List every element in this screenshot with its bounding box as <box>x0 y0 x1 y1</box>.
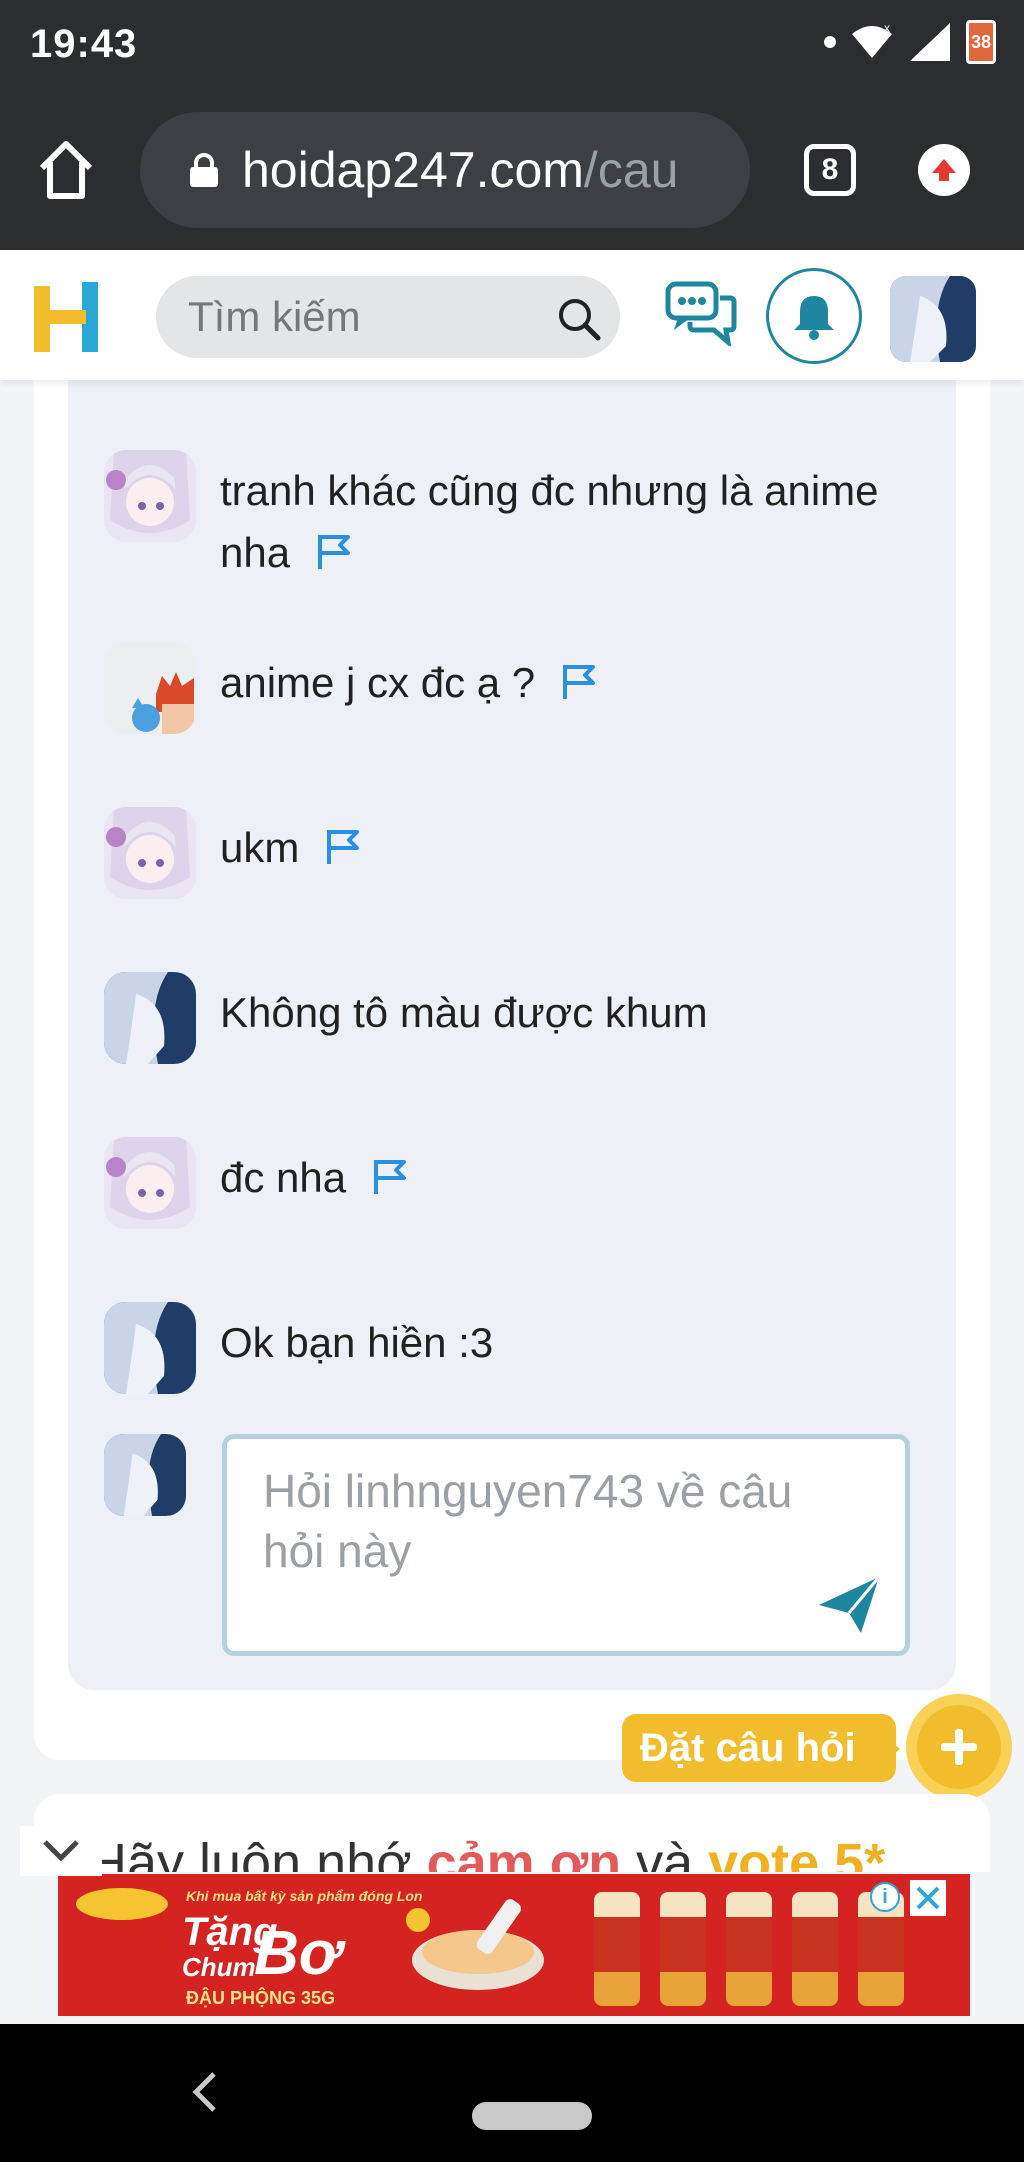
comment-text: Không tô màu được khum <box>220 989 708 1036</box>
reply-placeholder: Hỏi linhnguyen743 về câu hỏi này <box>263 1465 793 1577</box>
lock-icon <box>190 153 218 187</box>
wifi-icon: x <box>852 22 892 58</box>
comment-text: tranh khác cũng đc nhưng là anime nha <box>220 467 879 576</box>
ad-area: Khi mua bất kỳ sản phẩm đóng Lon Tặng Ch… <box>0 1872 1024 2024</box>
search-placeholder: Tìm kiếm <box>188 293 361 340</box>
tab-switcher-button[interactable]: 8 <box>804 144 856 196</box>
svg-text:x: x <box>884 22 890 35</box>
ad-chum: Chum <box>182 1952 256 1982</box>
anime-girl-avatar[interactable] <box>104 807 196 899</box>
ad-bo: Bơ <box>254 1919 341 1988</box>
flag-icon[interactable] <box>559 661 599 701</box>
flag-icon[interactable] <box>323 826 363 866</box>
bell-icon <box>794 296 834 340</box>
home-gesture-pill[interactable] <box>472 2102 592 2130</box>
flag-icon[interactable] <box>370 1156 410 1196</box>
hoidap247-logo[interactable] <box>32 280 100 356</box>
ask-question-label: Đặt câu hỏi <box>640 1725 856 1770</box>
send-icon[interactable] <box>817 1575 881 1635</box>
white-hair-avatar[interactable] <box>104 1302 196 1394</box>
tab-count: 8 <box>821 153 839 186</box>
flag-icon[interactable] <box>314 531 354 571</box>
user-avatar[interactable] <box>890 276 976 362</box>
back-icon[interactable] <box>190 2070 220 2114</box>
ask-plus-button[interactable] <box>906 1694 1012 1800</box>
ad-brand-badge-icon <box>76 1888 168 1920</box>
arrow-up-icon <box>932 159 956 181</box>
ad-banner[interactable]: Khi mua bất kỳ sản phẩm đóng Lon Tặng Ch… <box>58 1874 970 2016</box>
notification-dot-icon <box>824 36 836 48</box>
search-icon[interactable] <box>556 296 602 342</box>
peanut-butter-cup-image <box>406 1899 544 1990</box>
system-navigation-bar <box>0 2024 1024 2162</box>
ad-info-icon[interactable]: i <box>870 1882 900 1912</box>
comment-text: Ok bạn hiền :3 <box>220 1319 494 1366</box>
comment-text: anime j cx đc ạ ? <box>220 652 920 714</box>
signal-icon <box>910 23 950 61</box>
update-chrome-button[interactable] <box>918 144 970 196</box>
plus-circle <box>917 1705 1001 1789</box>
white-hair-avatar-image <box>890 276 976 362</box>
red-hair-boy-avatar[interactable] <box>104 642 196 734</box>
chat-icon[interactable] <box>664 280 738 346</box>
anime-girl-avatar[interactable] <box>104 1137 196 1229</box>
comment-text: đc nha <box>220 1147 920 1209</box>
home-icon[interactable] <box>36 134 96 204</box>
ad-can-image <box>660 1892 706 2006</box>
address-bar[interactable]: hoidap247.com/cau <box>140 112 750 228</box>
ad-can-image <box>792 1892 838 2006</box>
status-icons: x 38 <box>824 20 996 64</box>
ad-can-image <box>594 1892 640 2006</box>
ask-question-button[interactable]: Đặt câu hỏi <box>622 1714 896 1782</box>
ad-close-button[interactable] <box>910 1880 946 1916</box>
anime-girl-avatar[interactable] <box>104 450 196 542</box>
collapse-ad-button[interactable] <box>20 1826 102 1876</box>
ad-promo-line: Khi mua bất kỳ sản phẩm đóng Lon <box>186 1888 423 1904</box>
url-host: hoidap247.com <box>242 142 584 198</box>
battery-level: 38 <box>970 31 992 52</box>
notification-button[interactable] <box>766 268 862 364</box>
chevron-down-icon <box>43 1840 79 1862</box>
status-time: 19:43 <box>30 22 138 66</box>
reminder-card: Hãy luôn nhớ cảm ơn và vote 5* <box>34 1794 990 1874</box>
comment-text: ukm <box>220 817 920 879</box>
url-path: /cau <box>583 142 679 198</box>
ad-subtitle: ĐẬU PHỘNG 35G <box>186 1988 336 2008</box>
site-header: Tìm kiếm <box>0 250 1024 380</box>
ad-can-image <box>726 1892 772 2006</box>
current-user-avatar <box>104 1434 186 1516</box>
browser-toolbar: hoidap247.com/cau 8 <box>0 90 1024 250</box>
close-icon <box>916 1886 940 1910</box>
reminder-text: Hãy luôn nhớ cảm ơn và vote 5* <box>88 1833 886 1874</box>
search-input[interactable]: Tìm kiếm <box>156 276 620 358</box>
white-hair-avatar[interactable] <box>104 972 196 1064</box>
battery-icon: 38 <box>966 20 996 64</box>
reply-input[interactable]: Hỏi linhnguyen743 về câu hỏi này <box>222 1434 910 1656</box>
plus-icon <box>941 1729 977 1765</box>
ask-button-pointer <box>880 1732 900 1766</box>
status-bar: 19:43 x 38 <box>0 0 1024 90</box>
